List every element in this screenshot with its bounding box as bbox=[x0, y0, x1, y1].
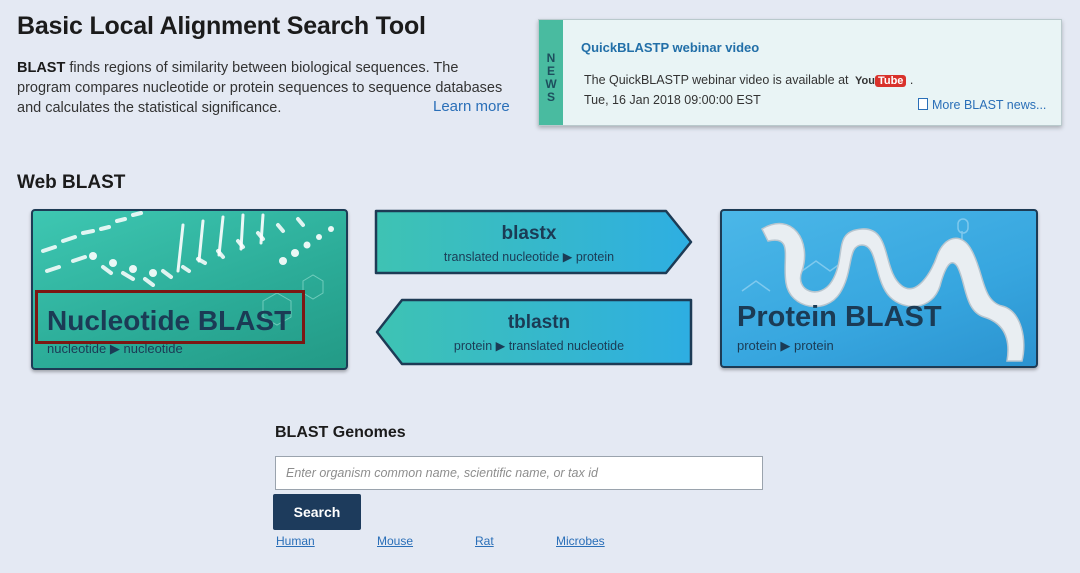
news-body-text: The QuickBLASTP webinar video is availab… bbox=[584, 73, 849, 87]
protein-blast-title: Protein BLAST bbox=[737, 301, 942, 333]
organism-link-human[interactable]: Human bbox=[276, 534, 315, 548]
organism-link-rat[interactable]: Rat bbox=[475, 534, 494, 548]
news-label: N E W S bbox=[539, 52, 563, 104]
search-button[interactable]: Search bbox=[273, 494, 361, 530]
news-body-end: . bbox=[909, 73, 914, 87]
protein-blast-subtitle: protein ▶ protein bbox=[737, 338, 834, 353]
more-news-link[interactable]: More BLAST news... bbox=[918, 98, 1046, 112]
youtube-logo-you: You bbox=[854, 74, 875, 87]
news-headline-link[interactable]: QuickBLASTP webinar video bbox=[581, 40, 759, 55]
intro-body: finds regions of similarity between biol… bbox=[17, 60, 503, 116]
news-letter: S bbox=[546, 90, 555, 104]
document-icon bbox=[918, 98, 928, 110]
tblastn-subtitle: protein ▶ translated nucleotide bbox=[453, 339, 625, 353]
protein-blast-tile[interactable]: Protein BLAST protein ▶ protein bbox=[720, 209, 1038, 368]
highlight-box bbox=[35, 290, 305, 344]
more-news-label: More BLAST news... bbox=[932, 98, 1047, 112]
tblastn-tile[interactable]: tblastn protein ▶ translated nucleotide bbox=[374, 298, 694, 366]
organism-search-input[interactable] bbox=[275, 456, 763, 490]
news-body: The QuickBLASTP webinar video is availab… bbox=[584, 73, 913, 87]
news-box: N E W S QuickBLASTP webinar video The Qu… bbox=[538, 19, 1062, 126]
youtube-logo-tube: Tube bbox=[874, 74, 907, 87]
intro-bold: BLAST bbox=[17, 60, 66, 76]
organism-link-mouse[interactable]: Mouse bbox=[377, 534, 413, 548]
news-date: Tue, 16 Jan 2018 09:00:00 EST bbox=[584, 93, 761, 107]
tblastn-title: tblastn bbox=[507, 312, 571, 333]
organism-link-microbes[interactable]: Microbes bbox=[556, 534, 605, 548]
blast-genomes-heading: BLAST Genomes bbox=[275, 424, 406, 441]
blastx-tile[interactable]: blastx translated nucleotide ▶ protein bbox=[374, 209, 694, 275]
blastx-subtitle: translated nucleotide ▶ protein bbox=[443, 250, 615, 264]
page-title: Basic Local Alignment Search Tool bbox=[17, 12, 426, 40]
youtube-link[interactable]: You Tube bbox=[854, 74, 907, 87]
learn-more-link[interactable]: Learn more bbox=[433, 98, 510, 115]
blastx-title: blastx bbox=[501, 223, 557, 244]
web-blast-heading: Web BLAST bbox=[17, 172, 126, 193]
